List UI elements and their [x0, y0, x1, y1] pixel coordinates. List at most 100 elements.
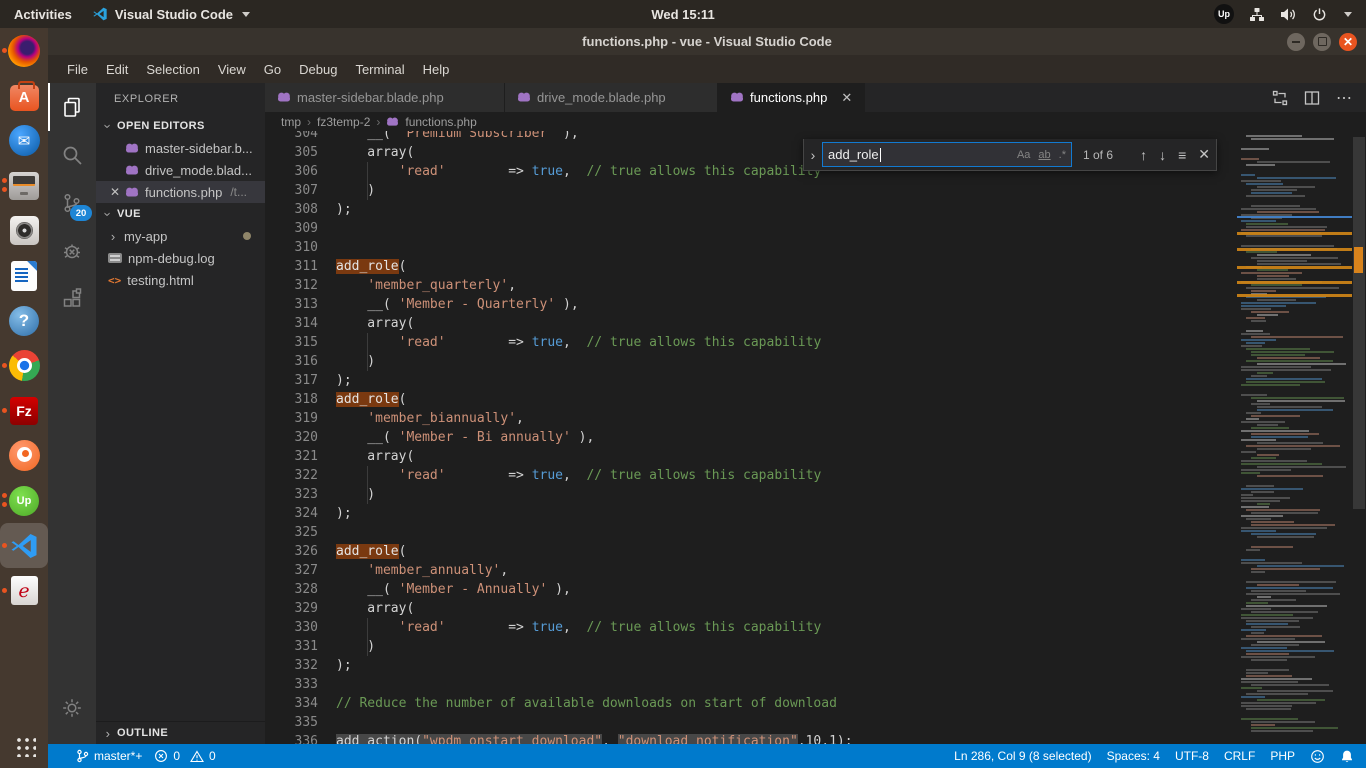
code-line[interactable]: 314 array(	[265, 314, 1366, 333]
code-line[interactable]: 323 )	[265, 485, 1366, 504]
breadcrumb-item[interactable]: tmp	[281, 115, 301, 129]
encoding[interactable]: UTF-8	[1175, 749, 1209, 763]
dock-item-chrome[interactable]	[0, 343, 48, 388]
tab-functions[interactable]: functions.php ✕	[718, 83, 865, 112]
dock-item-firefox[interactable]	[0, 28, 48, 73]
open-editor-drive-mode[interactable]: drive_mode.blad...	[96, 159, 265, 181]
dock-item-help[interactable]: ?	[0, 298, 48, 343]
compare-changes-icon[interactable]	[1272, 90, 1288, 106]
code-line[interactable]: 330 'read' => true, // true allows this …	[265, 618, 1366, 637]
dock-item-filezilla[interactable]: Fz	[0, 388, 48, 433]
dock-item-file-manager[interactable]	[0, 163, 48, 208]
project-header[interactable]: › VUE	[96, 203, 265, 225]
outline-header[interactable]: › OUTLINE	[96, 721, 265, 744]
activity-debug[interactable]	[48, 227, 96, 275]
code-line[interactable]: 309	[265, 219, 1366, 238]
code-line[interactable]: 310	[265, 238, 1366, 257]
code-line[interactable]: 326add_role(	[265, 542, 1366, 561]
code-line[interactable]: 325	[265, 523, 1366, 542]
find-next-icon[interactable]: ↓	[1159, 147, 1166, 163]
dock-item-show-applications[interactable]	[0, 723, 48, 768]
tree-item-npm-debug-log[interactable]: npm-debug.log	[96, 247, 265, 269]
code-line[interactable]: 313 __( 'Member - Quarterly' ),	[265, 295, 1366, 314]
match-case-icon[interactable]: Aa	[1017, 149, 1030, 161]
find-input[interactable]: add_role Aa ab .*	[822, 142, 1072, 167]
indentation[interactable]: Spaces: 4	[1107, 749, 1160, 763]
dock-item-postman[interactable]	[0, 433, 48, 478]
open-editors-header[interactable]: › OPEN EDITORS	[96, 115, 265, 137]
system-menu-chevron-icon[interactable]	[1344, 12, 1352, 17]
tree-item-my-app[interactable]: › my-app	[96, 225, 265, 247]
code-line[interactable]: 320 __( 'Member - Bi annually' ),	[265, 428, 1366, 447]
menu-view[interactable]: View	[209, 55, 255, 83]
activity-extensions[interactable]	[48, 275, 96, 323]
code-line[interactable]: 331 )	[265, 637, 1366, 656]
power-icon[interactable]	[1312, 7, 1327, 22]
code-line[interactable]: 308);	[265, 200, 1366, 219]
code-line[interactable]: 321 array(	[265, 447, 1366, 466]
menu-terminal[interactable]: Terminal	[346, 55, 413, 83]
regex-icon[interactable]: .*	[1059, 149, 1066, 161]
dock-item-libreoffice-writer[interactable]	[0, 253, 48, 298]
scrollbar-thumb[interactable]	[1353, 137, 1365, 509]
app-menu-button[interactable]: Visual Studio Code	[92, 6, 250, 22]
activity-explorer[interactable]	[48, 83, 96, 131]
code-line[interactable]: 335	[265, 713, 1366, 732]
menu-help[interactable]: Help	[414, 55, 459, 83]
open-editor-master-sidebar[interactable]: master-sidebar.b...	[96, 137, 265, 159]
network-icon[interactable]	[1249, 7, 1265, 22]
find-previous-icon[interactable]: ↑	[1140, 147, 1147, 163]
problems-status[interactable]: 0 0	[154, 749, 215, 763]
code-line[interactable]: 336add_action("wpdm_onstart_download", "…	[265, 732, 1366, 744]
code-line[interactable]: 316 )	[265, 352, 1366, 371]
activity-search[interactable]	[48, 131, 96, 179]
code-line[interactable]: 319 'member_biannually',	[265, 409, 1366, 428]
tree-item-testing-html[interactable]: <> testing.html	[96, 269, 265, 291]
code-line[interactable]: 329 array(	[265, 599, 1366, 618]
dock-item-rhythmbox[interactable]	[0, 208, 48, 253]
tab-master-sidebar[interactable]: master-sidebar.blade.php	[265, 83, 505, 112]
dock-item-upwork[interactable]: Up	[0, 478, 48, 523]
dock-item-document-viewer[interactable]: e	[0, 568, 48, 613]
title-bar[interactable]: functions.php - vue - Visual Studio Code…	[48, 28, 1366, 55]
close-icon[interactable]: ✕	[110, 185, 120, 199]
activity-source-control[interactable]: 20	[48, 179, 96, 227]
language-mode[interactable]: PHP	[1270, 749, 1295, 763]
code-line[interactable]: 332);	[265, 656, 1366, 675]
git-branch-status[interactable]: master*+	[76, 749, 142, 763]
activities-button[interactable]: Activities	[14, 7, 72, 22]
code-line[interactable]: 334// Reduce the number of available dow…	[265, 694, 1366, 713]
minimize-button[interactable]	[1287, 33, 1305, 51]
tab-drive-mode[interactable]: drive_mode.blade.php	[505, 83, 718, 112]
split-editor-icon[interactable]	[1304, 90, 1320, 106]
code-line[interactable]: 324);	[265, 504, 1366, 523]
tab-close-icon[interactable]: ✕	[841, 90, 852, 106]
menu-selection[interactable]: Selection	[137, 55, 208, 83]
code-line[interactable]: 322 'read' => true, // true allows this …	[265, 466, 1366, 485]
cursor-position[interactable]: Ln 286, Col 9 (8 selected)	[954, 749, 1091, 763]
breadcrumb-item[interactable]: fz3temp-2	[317, 115, 370, 129]
code-line[interactable]: 318add_role(	[265, 390, 1366, 409]
breadcrumb-item[interactable]: functions.php	[405, 115, 476, 129]
clock[interactable]: Wed 15:11	[651, 7, 714, 22]
notifications-bell-icon[interactable]	[1340, 749, 1354, 764]
settings-gear[interactable]	[48, 684, 96, 732]
whole-word-icon[interactable]: ab	[1038, 149, 1050, 161]
code-line[interactable]: 307 )	[265, 181, 1366, 200]
minimap[interactable]	[1237, 131, 1352, 744]
menu-go[interactable]: Go	[255, 55, 290, 83]
maximize-button[interactable]	[1313, 33, 1331, 51]
menu-edit[interactable]: Edit	[97, 55, 137, 83]
code-line[interactable]: 311add_role(	[265, 257, 1366, 276]
find-in-selection-icon[interactable]: ≡	[1178, 147, 1186, 163]
volume-icon[interactable]	[1280, 7, 1297, 22]
code-line[interactable]: 317);	[265, 371, 1366, 390]
dock-item-vscode[interactable]	[0, 523, 48, 568]
toggle-replace-icon[interactable]: ›	[804, 147, 822, 163]
scrollbar[interactable]	[1352, 131, 1366, 744]
eol-sequence[interactable]: CRLF	[1224, 749, 1255, 763]
menu-debug[interactable]: Debug	[290, 55, 346, 83]
dock-item-ubuntu-software[interactable]: A	[0, 73, 48, 118]
dock-item-thunderbird[interactable]: ✉	[0, 118, 48, 163]
find-close-icon[interactable]: ✕	[1198, 146, 1210, 163]
